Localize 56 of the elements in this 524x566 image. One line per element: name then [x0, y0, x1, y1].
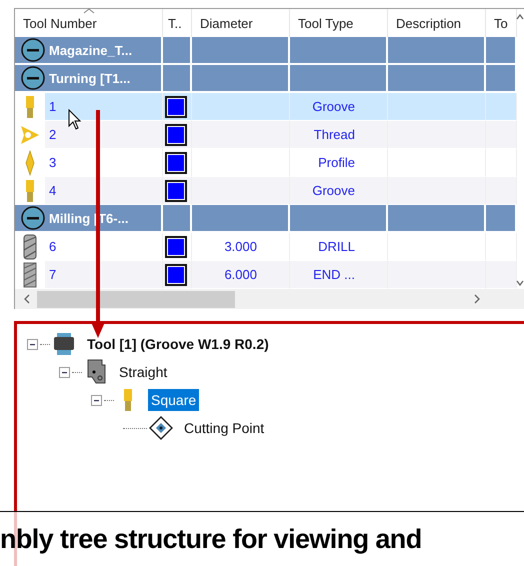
tree-node-label[interactable]: Cutting Point [181, 417, 268, 439]
color-swatch[interactable] [165, 96, 187, 118]
scroll-up-icon[interactable] [516, 14, 524, 20]
table-cell [486, 177, 517, 205]
groove-insert-icon [25, 94, 35, 120]
scroll-down-icon[interactable] [516, 280, 524, 286]
scroll-thumb[interactable] [37, 290, 235, 308]
mouse-pointer-icon [68, 109, 82, 131]
sort-icon[interactable] [83, 8, 95, 14]
table-cell[interactable]: 7 [15, 261, 163, 289]
table-cell[interactable]: 1 [15, 93, 163, 121]
tool-number[interactable]: 1 [49, 99, 56, 114]
table-cell [486, 93, 517, 121]
tool-number[interactable]: 6 [49, 239, 56, 254]
table-cell: Thread [290, 121, 388, 149]
drill-icon [23, 234, 37, 260]
groove-insert-icon [25, 178, 35, 204]
table-cell[interactable]: 2 [15, 121, 163, 149]
collapse-icon[interactable] [21, 38, 45, 62]
table-cell: 6.000 [192, 261, 290, 289]
caption-text: nbly tree structure for viewing and [0, 511, 524, 566]
color-swatch[interactable] [165, 180, 187, 202]
table-cell[interactable]: 4 [15, 177, 163, 205]
group-row-cell [486, 65, 517, 93]
tool-number[interactable]: 7 [49, 267, 56, 282]
color-swatch[interactable] [165, 152, 187, 174]
end-mill-icon [23, 262, 37, 288]
group-row-cell [486, 205, 517, 233]
tree-node-label[interactable]: Straight [116, 361, 170, 383]
group-row-cell [163, 37, 192, 65]
tool-number[interactable]: 2 [49, 127, 56, 142]
color-swatch[interactable] [165, 236, 187, 258]
tool-block-icon [53, 332, 75, 356]
collapse-icon[interactable] [91, 394, 102, 406]
table-cell: END ... [290, 261, 388, 289]
group-row-cell [163, 65, 192, 93]
thread-insert-icon [19, 124, 41, 146]
scroll-left-icon[interactable] [23, 294, 31, 304]
collapse-icon[interactable] [59, 366, 70, 378]
color-swatch[interactable] [165, 264, 187, 286]
cutting-point-icon [149, 416, 173, 440]
collapse-icon[interactable] [27, 338, 38, 350]
color-swatch[interactable] [165, 124, 187, 146]
collapse-icon[interactable] [21, 206, 45, 230]
table-cell: Groove [290, 93, 388, 121]
tool-number[interactable]: 3 [49, 155, 56, 170]
group-row-cell [486, 37, 517, 65]
tree-node-label[interactable]: Tool [1] (Groove W1.9 R0.2) [84, 333, 272, 355]
tool-number[interactable]: 4 [49, 183, 56, 198]
table-cell: Groove [290, 177, 388, 205]
groove-insert-icon [123, 387, 133, 413]
diamond-insert-icon [25, 150, 35, 176]
tree-node-label[interactable]: Square [148, 389, 200, 411]
tool-holder-icon [86, 359, 106, 385]
table-cell [486, 121, 517, 149]
collapse-icon[interactable] [21, 66, 45, 90]
